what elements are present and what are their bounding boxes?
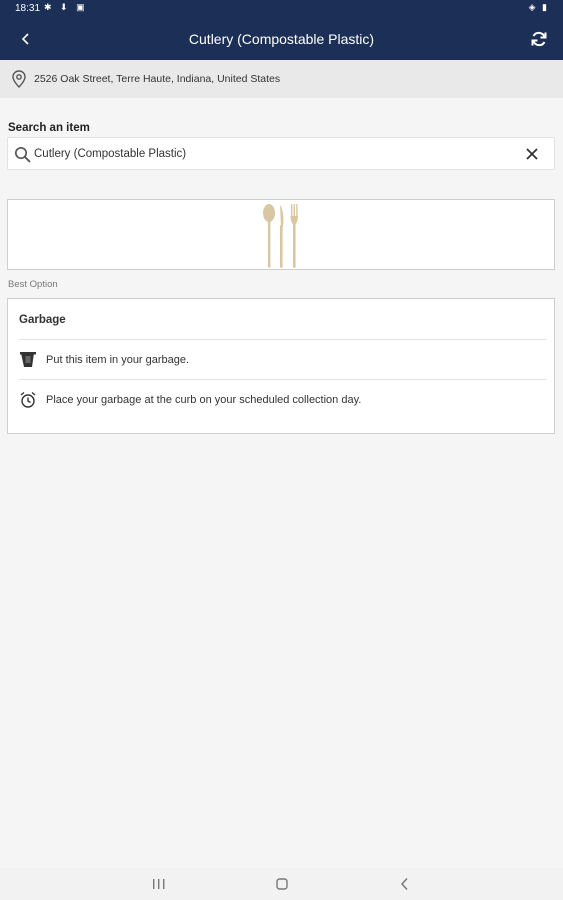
nav-back-icon[interactable] xyxy=(399,877,411,891)
best-option-label: Best Option xyxy=(8,279,58,290)
refresh-icon xyxy=(531,31,547,47)
option-title: Garbage xyxy=(19,314,66,326)
status-time: 18:31 xyxy=(15,3,41,14)
refresh-button[interactable] xyxy=(527,27,551,51)
instruction-row: Put this item in your garbage. xyxy=(19,340,547,380)
garbage-bin-icon xyxy=(20,352,36,367)
instruction-text: Place your garbage at the curb on your s… xyxy=(46,394,362,406)
best-option-card: Garbage Put this item in your garbage. P… xyxy=(7,298,555,434)
instruction-text: Put this item in your garbage. xyxy=(46,354,190,366)
clear-search-button[interactable] xyxy=(524,146,540,162)
search-input[interactable] xyxy=(34,144,514,164)
search-label: Search an item xyxy=(8,122,90,134)
status-bar: 18:31 ✱ ⬇ ▣ ◈ ▮ xyxy=(0,0,563,18)
close-icon xyxy=(526,148,538,160)
cutlery-image xyxy=(263,204,298,268)
location-pin-icon xyxy=(12,70,26,88)
address-text: 2526 Oak Street, Terre Haute, Indiana, U… xyxy=(34,73,281,85)
screen: 18:31 ✱ ⬇ ▣ ◈ ▮ Cutlery (Compostable Pla… xyxy=(0,0,563,900)
page-title: Cutlery (Compostable Plastic) xyxy=(188,31,375,47)
app-bar: Cutlery (Compostable Plastic) xyxy=(0,18,563,60)
item-image-box xyxy=(7,199,555,270)
status-system-icons: ◈ ▮ xyxy=(528,2,549,12)
search-box[interactable] xyxy=(7,137,555,170)
instruction-row: Place your garbage at the curb on your s… xyxy=(19,380,547,420)
home-icon[interactable] xyxy=(276,878,288,890)
alarm-clock-icon xyxy=(20,391,36,408)
status-notification-icons: ✱ ⬇ ▣ xyxy=(44,2,88,12)
recents-icon[interactable] xyxy=(152,878,166,890)
system-nav-bar xyxy=(0,868,563,900)
search-icon xyxy=(14,146,31,163)
address-bar[interactable]: 2526 Oak Street, Terre Haute, Indiana, U… xyxy=(0,60,563,98)
